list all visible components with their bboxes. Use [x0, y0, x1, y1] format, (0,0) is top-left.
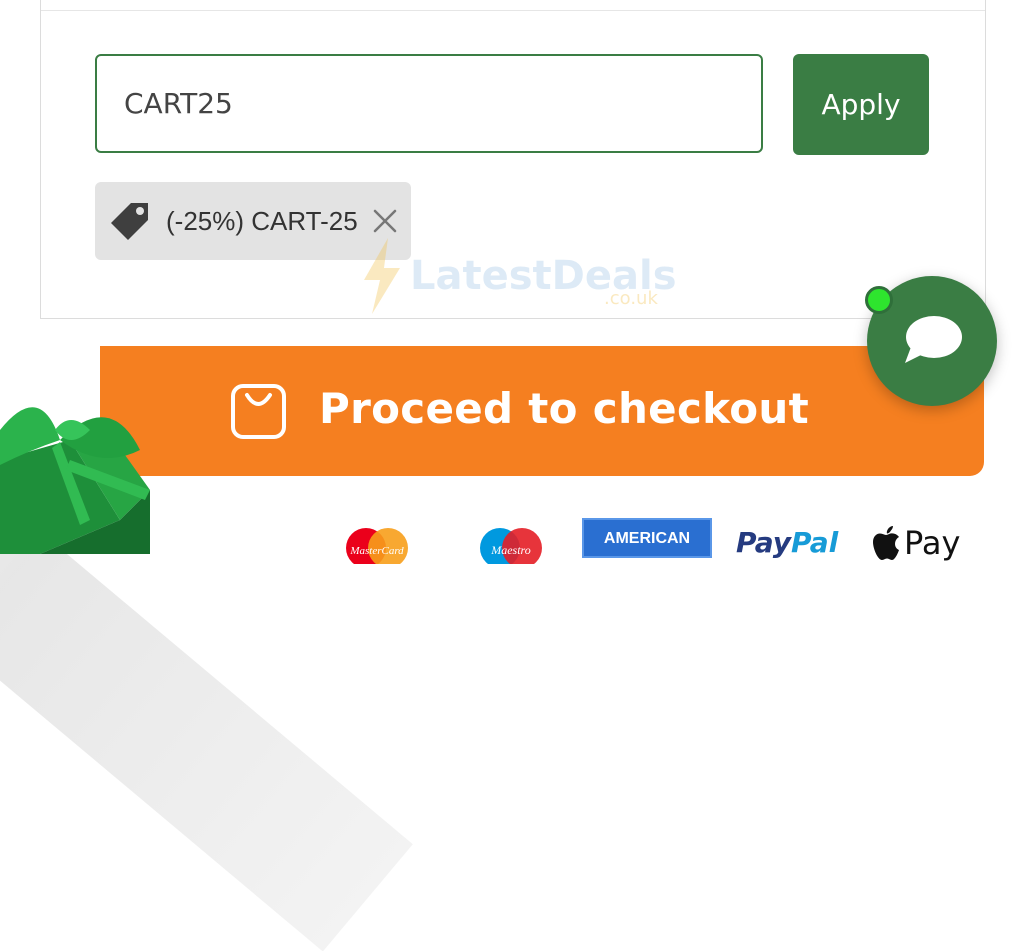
coupon-code-input[interactable] — [95, 54, 763, 153]
proceed-to-checkout-button[interactable]: Proceed to checkout — [100, 346, 984, 476]
online-status-indicator — [865, 286, 893, 314]
lightning-bolt-icon — [360, 238, 402, 314]
maestro-logo: Maestro — [478, 524, 544, 568]
apple-pay-text: Pay — [904, 524, 961, 562]
watermark-domain: .co.uk — [604, 288, 658, 309]
mastercard-text: MasterCard — [349, 545, 404, 557]
shopping-bag-icon — [230, 383, 287, 440]
amex-logo: AMERICAN — [582, 518, 712, 558]
apple-pay-logo: Pay — [872, 524, 960, 562]
mastercard-logo: MasterCard — [344, 524, 410, 568]
paypal-pay-text: Pay — [736, 526, 792, 559]
apple-icon — [872, 526, 900, 560]
tag-icon — [109, 200, 151, 242]
close-icon[interactable] — [372, 208, 398, 234]
apply-button-label: Apply — [821, 88, 901, 121]
paypal-logo: PayPal — [736, 526, 838, 559]
amex-text: AMERICAN — [603, 530, 691, 547]
checkout-button-label: Proceed to checkout — [319, 384, 809, 433]
divider — [41, 10, 985, 11]
maestro-text: Maestro — [490, 543, 531, 557]
apply-coupon-button[interactable]: Apply — [793, 54, 929, 155]
chat-bubble-icon — [901, 313, 963, 369]
payment-methods: MasterCard Maestro AMERICAN PayPal Pay — [340, 514, 1024, 568]
paypal-pal-text: Pal — [791, 526, 839, 559]
applied-coupon-label: (-25%) CART-25 — [166, 205, 358, 236]
gift-illustration — [0, 370, 170, 554]
watermark: LatestDeals .co.uk — [360, 236, 680, 316]
